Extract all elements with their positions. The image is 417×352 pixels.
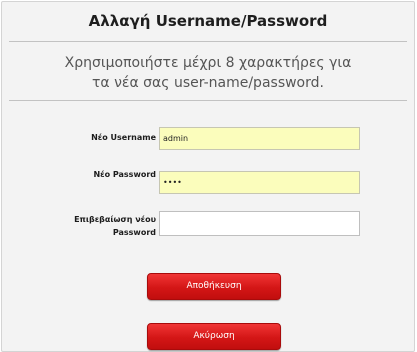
confirm-password-label: Επιβεβαίωση νέου Password — [74, 213, 156, 239]
title-divider — [9, 41, 407, 42]
password-label: Νέο Password — [93, 170, 156, 179]
instructions-line-2: τα νέα σας user-name/password. — [92, 75, 324, 91]
confirm-password-label-line-1: Επιβεβαίωση νέου — [74, 215, 156, 224]
save-button[interactable]: Αποθήκευση — [147, 273, 281, 300]
password-field[interactable] — [159, 171, 360, 194]
confirm-password-field[interactable] — [159, 211, 360, 236]
instructions-text: Χρησιμοποιήστε μέχρι 8 χαρακτήρες για τα… — [2, 53, 414, 93]
confirm-password-label-line-2: Password — [112, 228, 156, 237]
username-label: Νέο Username — [91, 133, 156, 142]
change-credentials-panel: Αλλαγή Username/Password Χρησιμοποιήστε … — [1, 1, 415, 352]
instructions-divider — [9, 100, 407, 101]
dialog-title: Αλλαγή Username/Password — [88, 12, 328, 30]
instructions-line-1: Χρησιμοποιήστε μέχρι 8 χαρακτήρες για — [64, 55, 352, 71]
cancel-button[interactable]: Ακύρωση — [147, 323, 281, 350]
username-field[interactable] — [159, 127, 360, 150]
